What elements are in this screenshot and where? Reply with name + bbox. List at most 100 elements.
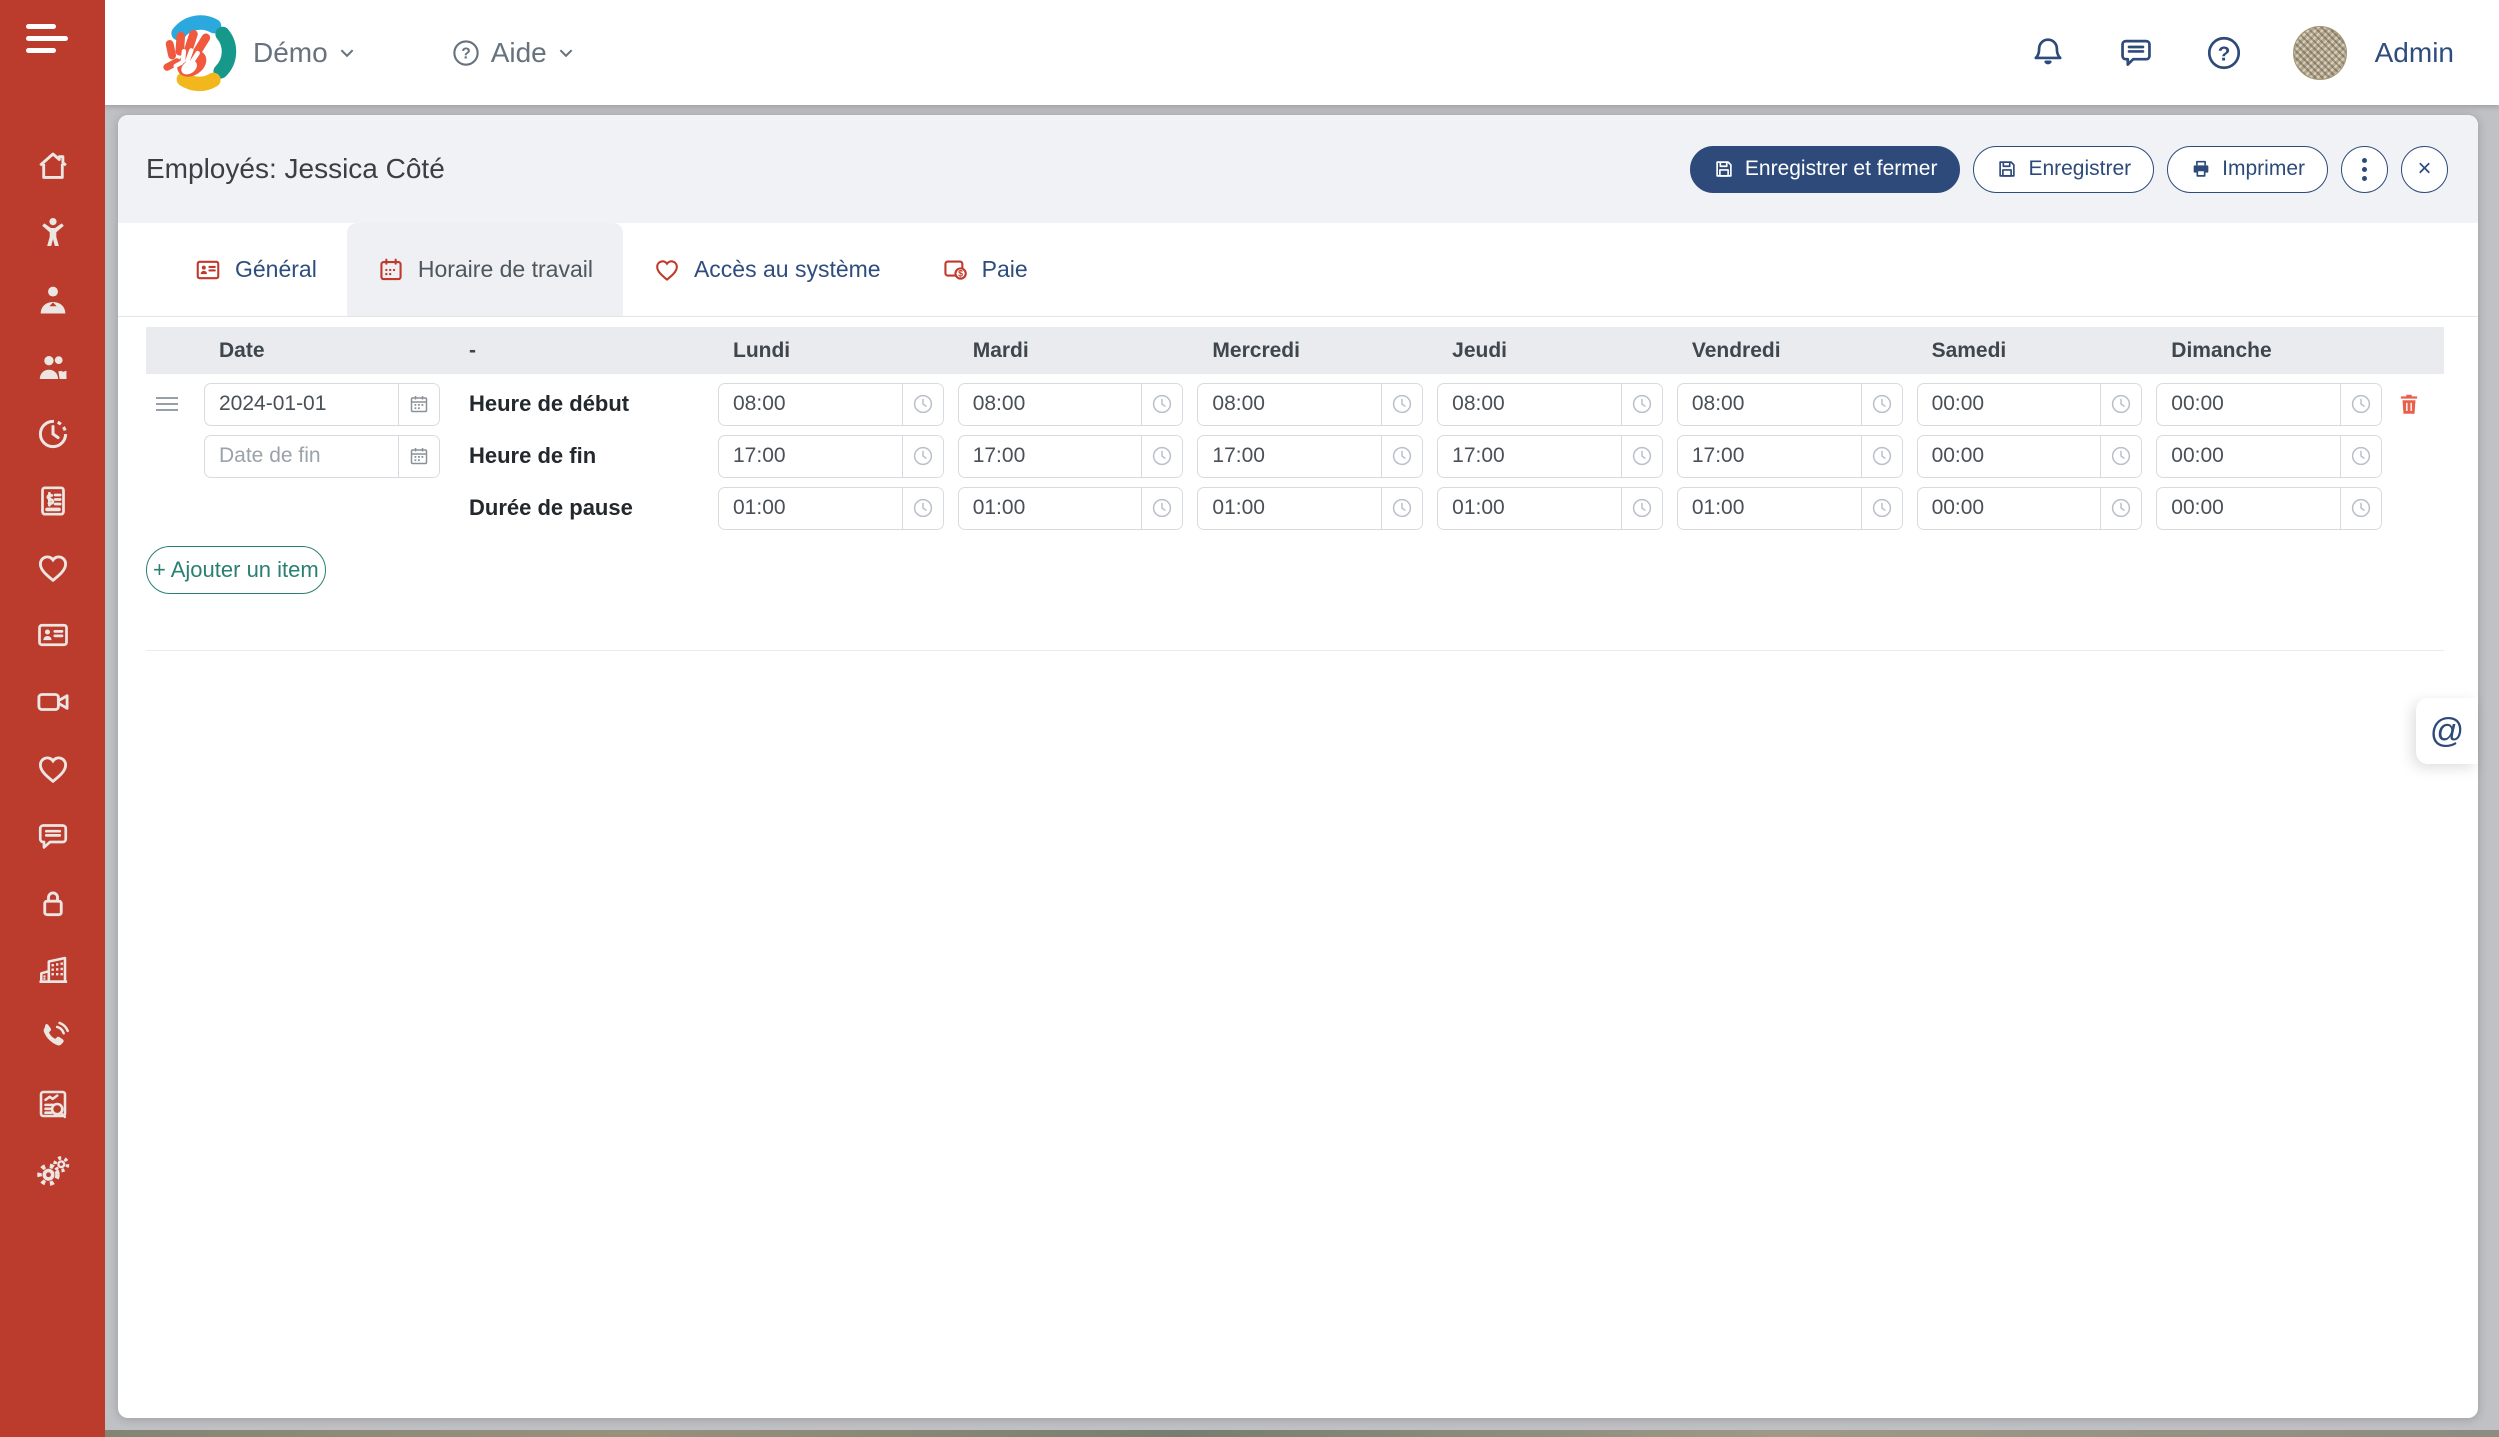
sidebar-item-health[interactable] (33, 550, 73, 586)
time-input[interactable] (1198, 488, 1381, 529)
sidebar-item-registration[interactable] (33, 617, 73, 653)
sidebar-item-messages[interactable] (33, 818, 73, 854)
time-input[interactable] (719, 384, 902, 425)
hamburger-menu-icon[interactable] (26, 24, 78, 64)
save-and-close-button[interactable]: Enregistrer et fermer (1690, 146, 1961, 193)
time-picker-button[interactable] (1621, 384, 1662, 425)
time-input[interactable] (2157, 488, 2340, 529)
tab-paie[interactable]: $ Paie (911, 223, 1058, 316)
time-picker-button[interactable] (2100, 436, 2141, 477)
time-picker-button[interactable] (2340, 488, 2381, 529)
time-picker-button[interactable] (1861, 384, 1902, 425)
sidebar-item-reports[interactable] (33, 1086, 73, 1122)
time-picker-button[interactable] (1621, 488, 1662, 529)
time-picker-button[interactable] (1381, 384, 1422, 425)
save-button[interactable]: Enregistrer (1973, 146, 2154, 193)
tab-general[interactable]: Général (164, 223, 347, 316)
sidebar-item-staff[interactable] (33, 282, 73, 318)
time-input[interactable] (959, 384, 1142, 425)
sidebar-item-calls[interactable] (33, 1019, 73, 1055)
time-input[interactable] (1438, 488, 1621, 529)
sidebar-item-home[interactable] (33, 148, 73, 184)
date-end-input[interactable] (205, 436, 398, 477)
org-name: Démo (253, 37, 356, 69)
help-menu[interactable]: ? Aide (451, 37, 575, 69)
close-button[interactable]: × (2401, 146, 2448, 193)
time-picker-button[interactable] (1621, 436, 1662, 477)
add-item-button[interactable]: + Ajouter un item (146, 546, 326, 594)
time-input[interactable] (719, 488, 902, 529)
column-header-dimanche: Dimanche (2156, 339, 2382, 363)
sidebar-item-activities[interactable] (33, 751, 73, 787)
time-picker-button[interactable] (1381, 436, 1422, 477)
save-icon (1996, 158, 2018, 180)
avatar[interactable] (2293, 26, 2347, 80)
time-field-dimanche (2156, 487, 2382, 530)
sidebar-item-attendance[interactable] (33, 416, 73, 452)
clock-icon (1870, 444, 1894, 468)
sidebar-item-settings[interactable] (33, 1153, 73, 1189)
time-picker-button[interactable] (1381, 488, 1422, 529)
time-input[interactable] (2157, 436, 2340, 477)
time-input[interactable] (959, 436, 1142, 477)
time-input[interactable] (719, 436, 902, 477)
sidebar-item-billing[interactable] (33, 483, 73, 519)
sidebar-item-children[interactable] (33, 215, 73, 251)
time-picker-button[interactable] (902, 488, 943, 529)
time-input[interactable] (1678, 384, 1861, 425)
time-field-jeudi (1437, 435, 1663, 478)
clock-icon (2349, 444, 2373, 468)
calendar-picker-button[interactable] (398, 436, 439, 477)
billing-document-icon (35, 483, 71, 519)
time-input[interactable] (1198, 384, 1381, 425)
time-field-samedi (1917, 487, 2143, 530)
time-input[interactable] (1438, 384, 1621, 425)
chevron-down-icon (557, 44, 575, 62)
time-picker-button[interactable] (2340, 384, 2381, 425)
drag-handle-icon[interactable] (156, 393, 178, 415)
sidebar-item-camera[interactable] (33, 684, 73, 720)
mention-button[interactable]: @ (2416, 698, 2478, 764)
time-picker-button[interactable] (902, 436, 943, 477)
more-actions-button[interactable] (2341, 146, 2388, 193)
time-input[interactable] (1678, 488, 1861, 529)
time-input[interactable] (1918, 436, 2101, 477)
time-picker-button[interactable] (1141, 436, 1182, 477)
calendar-picker-button[interactable] (398, 384, 439, 425)
notifications-button[interactable] (2029, 34, 2067, 72)
messages-button[interactable] (2117, 34, 2155, 72)
delete-row-button[interactable] (2396, 390, 2422, 418)
clock-icon (35, 416, 71, 452)
page-title: Employés: Jessica Côté (146, 153, 445, 185)
tab-acces-au-systeme[interactable]: Accès au système (623, 223, 911, 316)
sidebar-item-security[interactable] (33, 885, 73, 921)
tab-label: Accès au système (694, 256, 881, 283)
user-name[interactable]: Admin (2375, 37, 2454, 69)
org-switcher[interactable]: Démo (155, 11, 356, 95)
tab-horaire-de-travail[interactable]: Horaire de travail (347, 223, 623, 316)
time-input[interactable] (1438, 436, 1621, 477)
time-input[interactable] (1198, 436, 1381, 477)
time-picker-button[interactable] (1861, 488, 1902, 529)
sidebar-item-families[interactable] (33, 349, 73, 385)
clock-icon (1630, 444, 1654, 468)
time-picker-button[interactable] (1861, 436, 1902, 477)
time-picker-button[interactable] (1141, 488, 1182, 529)
time-picker-button[interactable] (2100, 488, 2141, 529)
time-input[interactable] (1678, 436, 1861, 477)
sidebar-item-facility[interactable] (33, 952, 73, 988)
time-picker-button[interactable] (2100, 384, 2141, 425)
time-picker-button[interactable] (2340, 436, 2381, 477)
help-circle-icon: ? (451, 38, 481, 68)
time-input[interactable] (959, 488, 1142, 529)
time-picker-button[interactable] (1141, 384, 1182, 425)
global-help-button[interactable]: ? (2205, 34, 2243, 72)
date-start-input[interactable] (205, 384, 398, 425)
time-input[interactable] (1918, 488, 2101, 529)
time-input[interactable] (2157, 384, 2340, 425)
time-input[interactable] (1918, 384, 2101, 425)
print-button[interactable]: Imprimer (2167, 146, 2328, 193)
educator-icon (35, 282, 71, 318)
time-picker-button[interactable] (902, 384, 943, 425)
tab-label: Paie (982, 256, 1028, 283)
